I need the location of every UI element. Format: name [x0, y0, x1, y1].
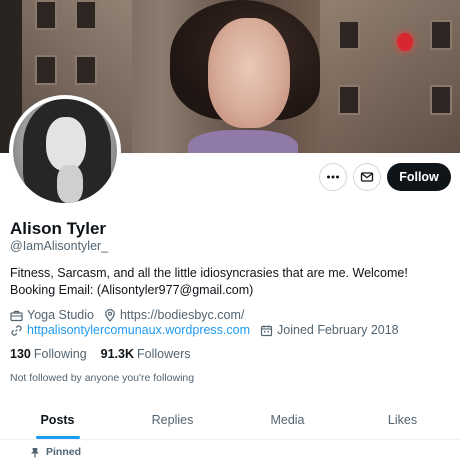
avatar-hand — [57, 165, 83, 203]
banner-window — [75, 55, 97, 85]
banner-face — [208, 18, 290, 128]
more-options-button[interactable] — [319, 163, 347, 191]
banner-window — [430, 20, 452, 50]
link-icon — [11, 324, 22, 336]
website-link-text[interactable]: httpalisontylercomunaux.wordpress.com — [27, 323, 250, 337]
envelope-icon — [360, 172, 374, 182]
location-pin-icon — [105, 308, 115, 322]
traffic-light — [397, 33, 413, 51]
avatar[interactable] — [9, 95, 121, 207]
category-label: Yoga Studio — [27, 308, 94, 322]
followers-count: 91.3K — [100, 347, 135, 361]
banner-window — [338, 20, 360, 50]
location-label: https://bodiesbyc.com/ — [119, 308, 245, 322]
category: Yoga Studio — [10, 308, 94, 322]
briefcase-icon — [10, 310, 23, 321]
display-name: Alison Tyler — [10, 219, 107, 238]
banner-window — [35, 0, 57, 30]
profile-meta-row: Yoga Studio https://bodiesbyc.com/ — [10, 308, 254, 322]
join-date: Joined February 2018 — [260, 323, 399, 337]
location: https://bodiesbyc.com/ — [104, 308, 244, 322]
following-stat[interactable]: 130 Following — [10, 347, 87, 361]
bio: Fitness, Sarcasm, and all the little idi… — [10, 266, 408, 297]
pinned-label: Pinned — [46, 446, 82, 458]
banner-coat — [188, 130, 298, 153]
calendar-icon — [260, 325, 273, 336]
profile-tabs: Posts Replies Media Likes — [0, 400, 460, 440]
tab-replies[interactable]: Replies — [115, 400, 230, 439]
followers-label: Followers — [137, 347, 191, 361]
following-label: Following — [33, 347, 87, 361]
tab-posts[interactable]: Posts — [0, 400, 115, 439]
more-horizontal-icon — [327, 175, 339, 179]
profile-meta-row: httpalisontylercomunaux.wordpress.com Jo… — [10, 323, 409, 337]
pinned-indicator: Pinned — [30, 446, 81, 458]
banner-window — [430, 85, 452, 115]
banner-window — [35, 55, 57, 85]
following-count: 130 — [10, 347, 31, 361]
pin-icon — [31, 447, 39, 457]
follow-stats: 130 Following 91.3K Followers — [10, 347, 205, 361]
tab-likes[interactable]: Likes — [345, 400, 460, 439]
not-followed-notice: Not followed by anyone you're following — [10, 372, 195, 384]
user-handle: @IamAlisontyler_ — [10, 239, 109, 253]
join-date-label: Joined February 2018 — [277, 323, 399, 337]
banner-window — [75, 0, 97, 30]
avatar-face — [46, 117, 86, 171]
banner-window — [338, 85, 360, 115]
website-link[interactable]: httpalisontylercomunaux.wordpress.com — [10, 323, 250, 337]
avatar-image — [13, 99, 117, 203]
followers-stat[interactable]: 91.3K Followers — [101, 347, 191, 361]
follow-button[interactable]: Follow — [387, 163, 451, 191]
tab-media[interactable]: Media — [230, 400, 345, 439]
message-button[interactable] — [353, 163, 381, 191]
